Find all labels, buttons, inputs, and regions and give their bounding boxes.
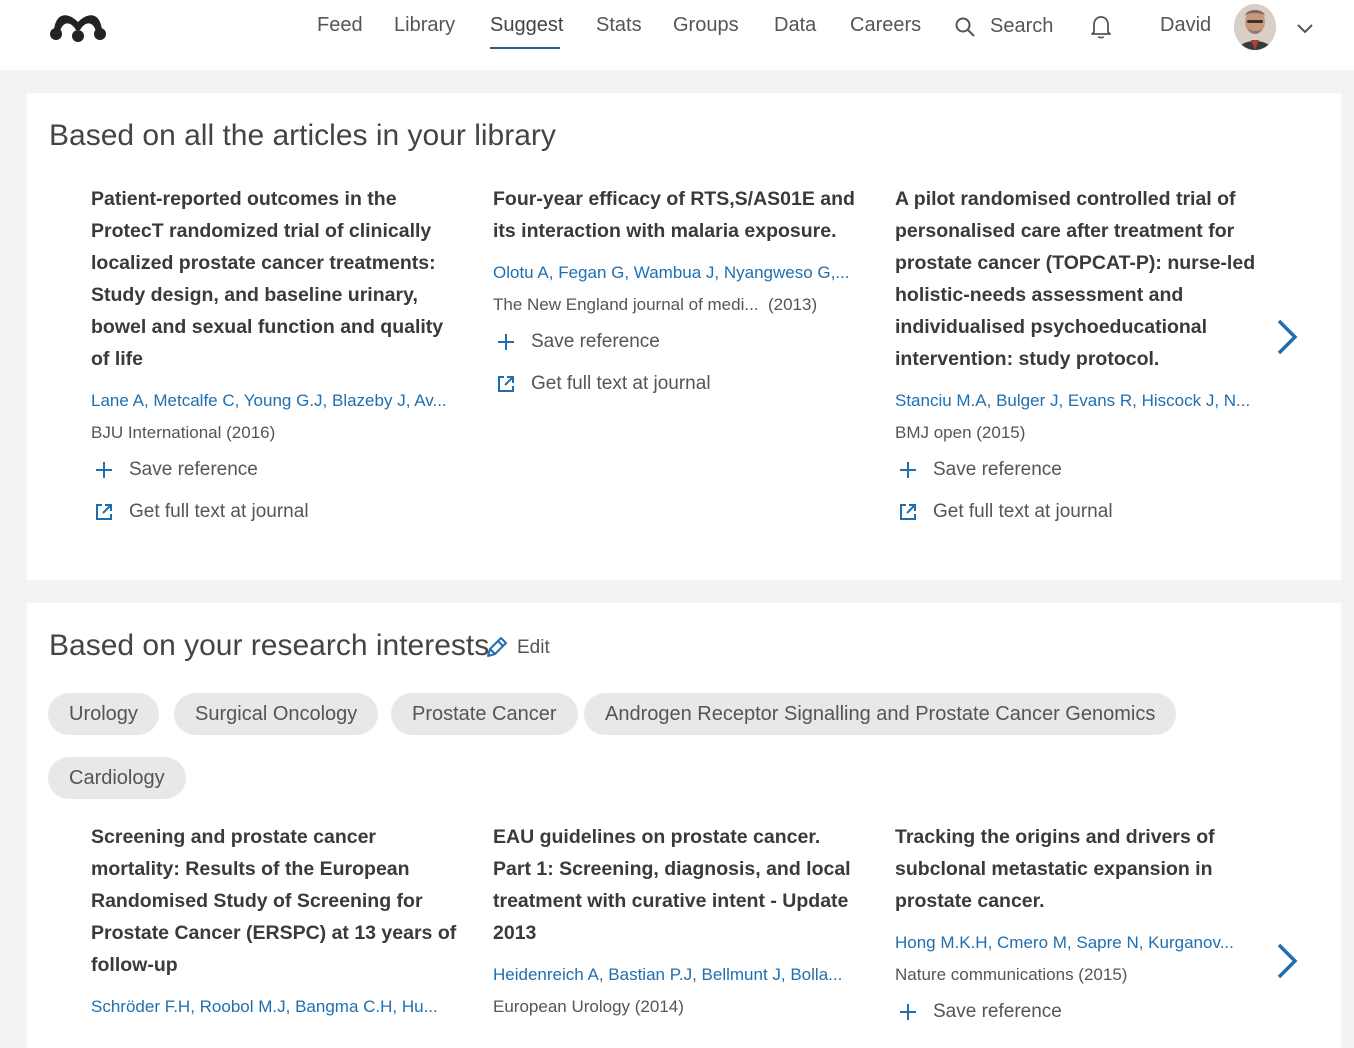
user-name[interactable]: David — [1160, 14, 1211, 37]
plus-icon — [895, 457, 921, 483]
nav-data[interactable]: Data — [774, 14, 816, 37]
save-reference-button[interactable]: Save reference — [895, 457, 1265, 483]
save-reference-button[interactable]: Save reference — [895, 999, 1265, 1025]
section-title: Based on your research interests — [49, 629, 490, 662]
save-reference-button[interactable]: Save reference — [91, 457, 461, 483]
interest-chip[interactable]: Cardiology — [48, 757, 186, 799]
article-card: Patient-reported outcomes in the ProtecT… — [91, 183, 461, 525]
get-full-text-label: Get full text at journal — [531, 373, 711, 394]
article-card: Screening and prostate cancer mortality:… — [91, 821, 461, 1017]
article-authors[interactable]: Hong M.K.H, Cmero M, Sapre N, Kurganov..… — [895, 933, 1255, 953]
interest-chip[interactable]: Surgical Oncology — [174, 693, 379, 735]
chevron-down-icon[interactable] — [1294, 18, 1316, 40]
article-journal: BMJ open (2015) — [895, 423, 1026, 442]
section-title: Based on all the articles in your librar… — [49, 119, 556, 152]
save-reference-label: Save reference — [933, 459, 1062, 480]
active-tab-indicator — [490, 47, 560, 49]
nav-suggest[interactable]: Suggest — [490, 14, 563, 37]
get-full-text-label: Get full text at journal — [933, 501, 1113, 522]
article-journal: BJU International (2016) — [91, 423, 276, 442]
get-full-text-link[interactable]: Get full text at journal — [91, 499, 461, 525]
article-card: EAU guidelines on prostate cancer. Part … — [493, 821, 863, 1017]
interest-chip[interactable]: Androgen Receptor Signalling and Prostat… — [584, 693, 1177, 735]
save-reference-label: Save reference — [129, 459, 258, 480]
article-authors[interactable]: Heidenreich A, Bastian P.J, Bellmunt J, … — [493, 965, 853, 985]
article-title[interactable]: EAU guidelines on prostate cancer. Part … — [493, 821, 863, 949]
plus-icon — [895, 999, 921, 1025]
article-authors[interactable]: Lane A, Metcalfe C, Young G.J, Blazeby J… — [91, 391, 451, 411]
search-label: Search — [990, 14, 1054, 37]
search-button[interactable]: Search — [954, 14, 1053, 38]
pencil-icon — [487, 637, 507, 657]
article-journal: The New England journal of medi... (2013… — [493, 295, 818, 314]
article-journal: European Urology (2014) — [493, 997, 684, 1016]
article-card: A pilot randomised controlled trial of p… — [895, 183, 1265, 525]
interest-chip[interactable]: Urology — [48, 693, 159, 735]
article-authors[interactable]: Olotu A, Fegan G, Wambua J, Nyangweso G,… — [493, 263, 853, 283]
chevron-right-icon[interactable] — [1271, 939, 1301, 983]
save-reference-button[interactable]: Save reference — [493, 329, 863, 355]
external-link-icon — [895, 499, 921, 525]
bell-icon[interactable] — [1089, 14, 1113, 40]
nav-library[interactable]: Library — [394, 14, 455, 37]
save-reference-label: Save reference — [531, 331, 660, 352]
article-card: Tracking the origins and drivers of subc… — [895, 821, 1265, 1025]
library-suggestions-card: Based on all the articles in your librar… — [27, 93, 1341, 580]
nav-feed[interactable]: Feed — [317, 14, 363, 37]
article-title[interactable]: Patient-reported outcomes in the ProtecT… — [91, 183, 461, 375]
nav-groups[interactable]: Groups — [673, 14, 739, 37]
article-journal: Nature communications (2015) — [895, 965, 1128, 984]
interest-suggestions-card: Based on your research interests Edit Ur… — [27, 603, 1341, 1048]
plus-icon — [91, 457, 117, 483]
mendeley-logo[interactable] — [46, 8, 110, 44]
external-link-icon — [493, 371, 519, 397]
nav-stats[interactable]: Stats — [596, 14, 642, 37]
edit-label: Edit — [517, 637, 550, 658]
search-icon — [955, 17, 975, 37]
get-full-text-link[interactable]: Get full text at journal — [493, 371, 863, 397]
article-authors[interactable]: Schröder F.H, Roobol M.J, Bangma C.H, Hu… — [91, 997, 451, 1017]
avatar-image — [1234, 4, 1276, 50]
get-full-text-link[interactable]: Get full text at journal — [895, 499, 1265, 525]
chevron-right-icon[interactable] — [1271, 315, 1301, 359]
nav-careers[interactable]: Careers — [850, 14, 921, 37]
plus-icon — [493, 329, 519, 355]
avatar[interactable] — [1234, 4, 1276, 50]
external-link-icon — [91, 499, 117, 525]
edit-interests-button[interactable]: Edit — [483, 635, 550, 661]
article-title[interactable]: Screening and prostate cancer mortality:… — [91, 821, 461, 981]
article-title[interactable]: A pilot randomised controlled trial of p… — [895, 183, 1265, 375]
article-authors[interactable]: Stanciu M.A, Bulger J, Evans R, Hiscock … — [895, 391, 1255, 411]
top-navigation-bar: Feed Library Suggest Stats Groups Data C… — [0, 0, 1354, 70]
interest-chip[interactable]: Prostate Cancer — [391, 693, 578, 735]
save-reference-label: Save reference — [933, 1001, 1062, 1022]
get-full-text-label: Get full text at journal — [129, 501, 309, 522]
article-title[interactable]: Tracking the origins and drivers of subc… — [895, 821, 1265, 917]
article-title[interactable]: Four-year efficacy of RTS,S/AS01E and it… — [493, 183, 863, 247]
article-card: Four-year efficacy of RTS,S/AS01E and it… — [493, 183, 863, 397]
